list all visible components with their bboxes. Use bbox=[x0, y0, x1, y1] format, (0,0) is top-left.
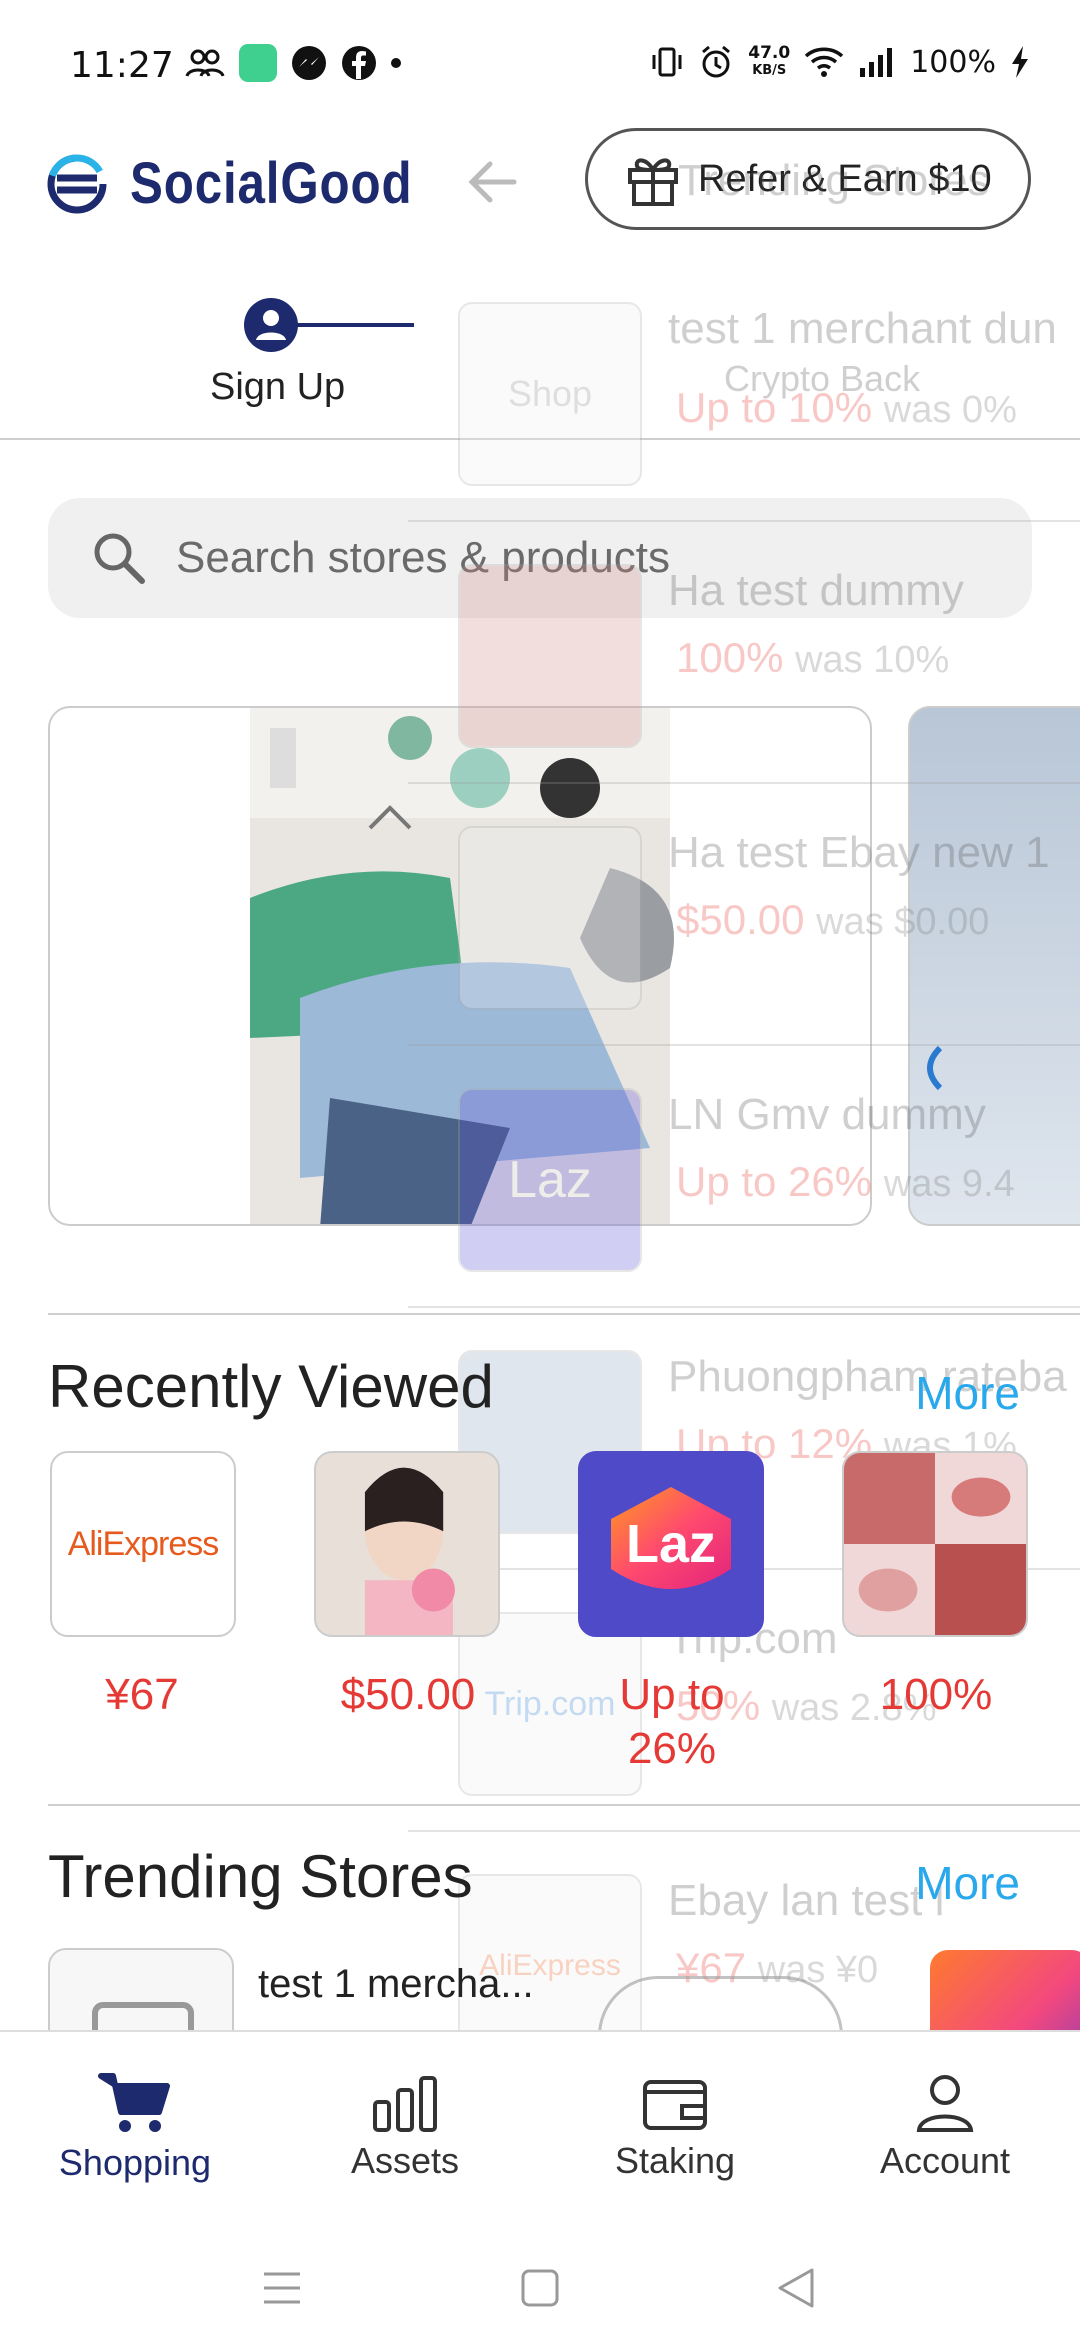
status-time: 11:27 bbox=[70, 45, 174, 86]
ghost-rate-value: 100% bbox=[676, 634, 784, 681]
laz-label: Laz bbox=[625, 1514, 717, 1574]
banner-image-next bbox=[927, 1045, 943, 1091]
bar-chart-icon bbox=[373, 2076, 437, 2132]
ghost-rate: 100% was 10% bbox=[676, 634, 949, 682]
refer-and-earn-button[interactable]: Refer & Earn $10 bbox=[585, 128, 1031, 230]
recently-viewed-more-link[interactable]: More bbox=[915, 1366, 1020, 1420]
recent-item-price: 100% bbox=[879, 1670, 993, 1719]
account-icon bbox=[916, 2075, 974, 2132]
nav-label: Assets bbox=[350, 2140, 460, 2181]
recent-item-laz[interactable]: Laz bbox=[578, 1451, 764, 1637]
battery-percent: 100% bbox=[910, 44, 996, 80]
app-name: SocialGood bbox=[130, 151, 413, 216]
nav-label: Staking bbox=[614, 2140, 736, 2181]
trending-stores-more-link[interactable]: More bbox=[915, 1856, 1020, 1910]
recent-item-price: Up to 26% bbox=[542, 1668, 802, 1776]
back-arrow-icon[interactable] bbox=[462, 152, 522, 212]
aliexpress-logo: AliExpress bbox=[67, 1524, 220, 1563]
step-progress-line bbox=[296, 323, 414, 327]
status-bar: 11:27 47.0 KB/S 100% bbox=[0, 0, 1080, 130]
back-icon[interactable] bbox=[776, 2266, 816, 2310]
network-speed: 47.0 KB/S bbox=[748, 45, 790, 79]
nav-label: Account bbox=[879, 2140, 1011, 2181]
price-line-2: 26% bbox=[627, 1724, 717, 1773]
trending-stores-title: Trending Stores bbox=[48, 1843, 473, 1910]
cart-icon bbox=[98, 2073, 170, 2132]
nav-staking[interactable]: Staking bbox=[540, 2032, 810, 2222]
socialgood-logo-icon bbox=[47, 154, 107, 213]
recent-item-price: ¥67 bbox=[105, 1670, 179, 1719]
step-sign-up-dot bbox=[244, 298, 298, 352]
recently-viewed-title: Recently Viewed bbox=[48, 1353, 494, 1420]
price-line-1: Up to bbox=[619, 1670, 725, 1719]
search-bar[interactable] bbox=[48, 498, 1032, 618]
alarm-icon bbox=[702, 45, 731, 78]
search-icon bbox=[94, 533, 145, 584]
charging-icon bbox=[1012, 46, 1028, 78]
speed-unit: KB/S bbox=[752, 63, 787, 78]
ghost-was: was 10% bbox=[795, 639, 950, 681]
signup-progress-stepper: Sign Up bbox=[0, 290, 1080, 440]
gift-icon bbox=[628, 158, 678, 206]
vibrate-icon bbox=[652, 47, 682, 77]
refer-label: Refer & Earn $10 bbox=[698, 157, 992, 200]
group-icon bbox=[185, 49, 225, 77]
section-divider bbox=[48, 1804, 1080, 1806]
user-icon bbox=[256, 310, 286, 340]
nav-shopping[interactable]: Shopping bbox=[0, 2032, 270, 2222]
trending-store-name[interactable]: test 1 mercha... bbox=[258, 1962, 534, 2007]
notification-icons bbox=[185, 44, 401, 82]
more-dot-icon bbox=[391, 58, 401, 68]
facebook-icon bbox=[342, 46, 376, 80]
lip-tint-photo bbox=[844, 1453, 1026, 1635]
recent-item-aliexpress[interactable]: AliExpress bbox=[50, 1451, 236, 1637]
signal-icon bbox=[860, 48, 893, 77]
nav-label: Shopping bbox=[58, 2142, 212, 2183]
recent-item-lip-tint[interactable] bbox=[842, 1451, 1028, 1637]
ghost-title: Ebay lan test l bbox=[668, 1876, 945, 1925]
promo-banner[interactable] bbox=[48, 706, 872, 1226]
home-icon[interactable] bbox=[520, 2268, 560, 2308]
product-photo bbox=[364, 1467, 455, 1635]
system-icons: 47.0 KB/S 100% bbox=[650, 44, 1030, 80]
app-logo: SocialGood bbox=[42, 150, 462, 217]
wifi-icon bbox=[805, 47, 844, 77]
search-input[interactable] bbox=[176, 533, 976, 583]
nav-assets[interactable]: Assets bbox=[270, 2032, 540, 2222]
recents-icon[interactable] bbox=[262, 2270, 302, 2306]
system-navigation-bar bbox=[0, 2220, 1080, 2340]
nav-account[interactable]: Account bbox=[810, 2032, 1080, 2222]
recent-item-price: $50.00 bbox=[340, 1670, 476, 1719]
app-root: 11:27 47.0 KB/S 100% SocialGood Refer & … bbox=[0, 0, 1080, 2340]
recent-item-product[interactable] bbox=[314, 1451, 500, 1637]
speed-value: 47.0 bbox=[748, 43, 791, 63]
messenger-icon bbox=[292, 46, 326, 80]
wallet-icon bbox=[643, 2080, 707, 2130]
bottom-navigation: Shopping Assets Staking Account bbox=[0, 2030, 1080, 2220]
banner-image bbox=[250, 708, 674, 1224]
app-notification-icon bbox=[239, 44, 277, 82]
step-sign-up-label: Sign Up bbox=[210, 366, 346, 408]
promo-banner-next[interactable] bbox=[908, 706, 1080, 1226]
section-divider bbox=[48, 1313, 1080, 1315]
